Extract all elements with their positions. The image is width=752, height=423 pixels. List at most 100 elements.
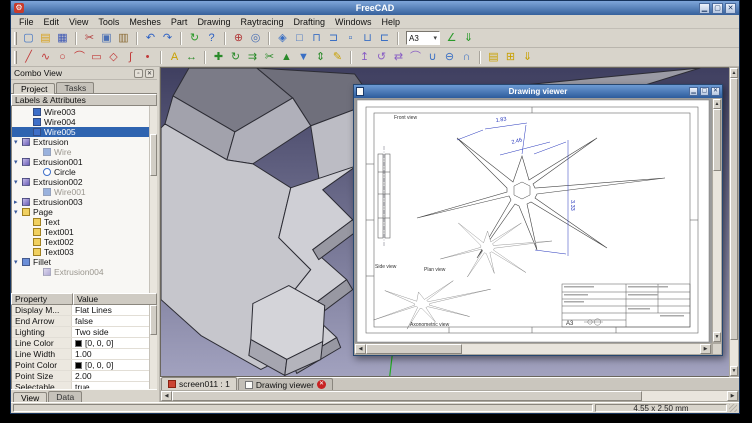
subwindow-close-button[interactable]: ✕ (711, 87, 720, 96)
title-bar[interactable]: ⚙ FreeCAD ▁ ▢ ✕ (11, 1, 739, 15)
close-panel-icon[interactable]: ✕ (145, 69, 154, 78)
scroll-down-icon[interactable]: ▼ (713, 332, 721, 342)
scroll-down-icon[interactable]: ▼ (730, 366, 738, 376)
scrollbar-thumb[interactable] (366, 344, 462, 354)
draft-upgrade-icon[interactable]: ▲ (278, 49, 295, 66)
boolean-cut-icon[interactable]: ⊖ (441, 49, 458, 66)
front-view-icon[interactable]: □ (291, 30, 308, 47)
draft-rotate-icon[interactable]: ↻ (227, 49, 244, 66)
drawing-viewer-titlebar[interactable]: Drawing viewer ▁ ▢ ✕ (354, 85, 722, 98)
property-row-line-color[interactable]: Line Color [0, 0, 0] (12, 338, 157, 349)
draft-rectangle-icon[interactable]: ▭ (88, 49, 105, 66)
tree-item-wire[interactable]: Wire (12, 147, 157, 157)
bottom-view-icon[interactable]: ⊔ (359, 30, 376, 47)
menu-drafting[interactable]: Drafting (288, 16, 330, 28)
resize-grip[interactable] (729, 404, 737, 412)
draft-downgrade-icon[interactable]: ▼ (295, 49, 312, 66)
viewport-vertical-scrollbar[interactable]: ▲ ▼ (729, 67, 739, 377)
left-view-icon[interactable]: ⊏ (376, 30, 393, 47)
draft-offset-icon[interactable]: ⇉ (244, 49, 261, 66)
drawing-viewer-window[interactable]: Drawing viewer ▁ ▢ ✕ (353, 84, 723, 356)
tree-item-wire001[interactable]: Wire001 (12, 187, 157, 197)
tree-item-extrusion001[interactable]: Extrusion001 (12, 157, 157, 167)
draft-edit-icon[interactable]: ✎ (329, 49, 346, 66)
toolbar-grip[interactable] (14, 51, 17, 64)
tab-data[interactable]: Data (48, 391, 82, 402)
toolbar-button[interactable] (224, 32, 226, 45)
draft-point-icon[interactable]: • (139, 49, 156, 66)
part-revolve-icon[interactable]: ↺ (373, 49, 390, 66)
save-file-icon[interactable]: ▦ (54, 30, 71, 47)
tree-scrollbar[interactable] (149, 106, 157, 293)
rear-view-icon[interactable]: ▫ (342, 30, 359, 47)
expand-toggle-icon[interactable] (14, 208, 22, 216)
paste-icon[interactable]: ▥ (115, 30, 132, 47)
tab-tasks[interactable]: Tasks (56, 82, 94, 93)
cut-icon[interactable]: ✂ (81, 30, 98, 47)
undo-icon[interactable]: ↶ (142, 30, 159, 47)
drawing-horizontal-scrollbar[interactable]: ◀ ▶ (354, 343, 712, 355)
scroll-left-icon[interactable]: ◀ (161, 391, 172, 401)
property-row-point-size[interactable]: Point Size 2.00 (12, 371, 157, 382)
drawing-sheet[interactable]: 1.83 2.46 3.33 Front view Side view (354, 98, 712, 343)
menu-file[interactable]: File (14, 16, 39, 28)
boolean-common-icon[interactable]: ∩ (458, 49, 475, 66)
subwindow-minimize-button[interactable]: ▁ (689, 87, 698, 96)
toolbar-button[interactable] (350, 51, 352, 64)
tree-item-wire005[interactable]: Wire005 (12, 127, 157, 137)
maximize-button[interactable]: ▢ (712, 3, 723, 14)
export-drawing-icon[interactable]: ⇓ (519, 49, 536, 66)
scroll-left-icon[interactable]: ◀ (355, 344, 366, 354)
draft-line-icon[interactable]: ╱ (20, 49, 37, 66)
part-extrude-icon[interactable]: ↥ (356, 49, 373, 66)
expand-toggle-icon[interactable] (14, 178, 22, 186)
tree-item-fillet[interactable]: Fillet (12, 257, 157, 267)
scrollbar-thumb[interactable] (730, 78, 738, 340)
property-grid[interactable]: Display M... Flat Lines End Arrow false … (11, 305, 157, 389)
draft-move-icon[interactable]: ✚ (210, 49, 227, 66)
draft-trim-icon[interactable]: ✂ (261, 49, 278, 66)
draft-bspline-icon[interactable]: ∫ (122, 49, 139, 66)
property-row-lighting[interactable]: Lighting Two side (12, 327, 157, 338)
draft-wire-icon[interactable]: ∿ (37, 49, 54, 66)
menu-part[interactable]: Part (166, 16, 193, 28)
property-scrollbar[interactable] (149, 305, 157, 389)
3d-viewport[interactable]: Drawing viewer ▁ ▢ ✕ (160, 67, 729, 377)
top-view-icon[interactable]: ⊓ (308, 30, 325, 47)
measure-distance-icon[interactable]: ∠ (443, 30, 460, 47)
open-file-icon[interactable]: ▤ (37, 30, 54, 47)
expand-toggle-icon[interactable] (14, 138, 22, 146)
draft-text-icon[interactable]: A (166, 49, 183, 66)
property-row-line-width[interactable]: Line Width 1.00 (12, 349, 157, 360)
menu-view[interactable]: View (64, 16, 93, 28)
menu-edit[interactable]: Edit (39, 16, 65, 28)
draft-dimension-icon[interactable]: ↔ (183, 49, 200, 66)
close-button[interactable]: ✕ (725, 3, 736, 14)
scroll-right-icon[interactable]: ▶ (727, 391, 738, 401)
drawing-vertical-scrollbar[interactable]: ▲ ▼ (712, 98, 722, 343)
new-document-icon[interactable]: ▢ (20, 30, 37, 47)
tree-item-text[interactable]: Text (12, 217, 157, 227)
minimize-button[interactable]: ▁ (699, 3, 710, 14)
property-row-selectable[interactable]: Selectable true (12, 382, 157, 389)
menu-drawing[interactable]: Drawing (192, 16, 235, 28)
copy-icon[interactable]: ▣ (98, 30, 115, 47)
tab-project[interactable]: Project (13, 83, 55, 94)
right-view-icon[interactable]: ⊐ (325, 30, 342, 47)
expand-toggle-icon[interactable] (14, 258, 22, 266)
viewport-horizontal-scrollbar[interactable]: ◀ ▶ (160, 390, 739, 402)
tree-item-text003[interactable]: Text003 (12, 247, 157, 257)
tree-item-wire003[interactable]: Wire003 (12, 107, 157, 117)
property-row-end-arrow[interactable]: End Arrow false (12, 316, 157, 327)
property-row-point-color[interactable]: Point Color [0, 0, 0] (12, 360, 157, 371)
whats-this-icon[interactable]: ? (203, 30, 220, 47)
page-size-combo[interactable]: A3 ▾ (406, 31, 440, 45)
tree-item-extrusion004[interactable]: Extrusion004 (12, 267, 157, 277)
tree-item-text001[interactable]: Text001 (12, 227, 157, 237)
menu-windows[interactable]: Windows (330, 16, 377, 28)
insert-drawing-view-icon[interactable]: ⊞ (502, 49, 519, 66)
expand-toggle-icon[interactable] (14, 198, 22, 206)
scrollbar-thumb[interactable] (713, 109, 721, 171)
tree-item-text002[interactable]: Text002 (12, 237, 157, 247)
menu-help[interactable]: Help (377, 16, 406, 28)
